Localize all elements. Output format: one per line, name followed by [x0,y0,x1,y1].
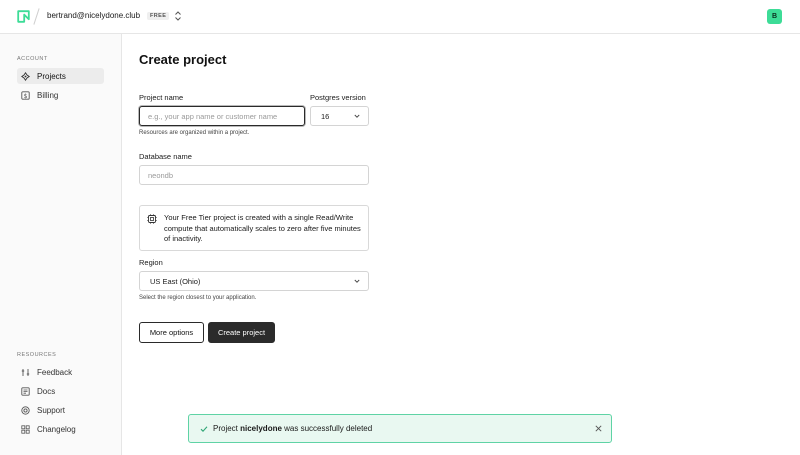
project-name-hint: Resources are organized within a project… [139,130,250,136]
top-bar: bertrand@nicelydone.club FREE B [0,0,800,34]
project-name-input[interactable] [139,106,305,126]
neon-logo-icon[interactable] [17,10,30,23]
avatar[interactable]: B [767,9,782,24]
region-hint: Select the region closest to your applic… [139,295,257,301]
create-project-button[interactable]: Create project [208,322,275,343]
sidebar-item-changelog[interactable]: Changelog [17,421,104,437]
project-name-label: Project name [139,93,184,102]
success-toast: Project nicelydone was successfully dele… [188,414,612,443]
toast-prefix: Project [213,424,241,433]
billing-icon: $ [21,90,30,100]
toast-suffix: was successfully deleted [281,424,373,433]
sidebar-item-label: Docs [37,386,56,396]
breadcrumb-divider [33,8,40,25]
projects-icon [21,71,30,81]
check-icon [200,426,208,432]
account-switcher-icon[interactable] [174,10,182,22]
postgres-version-label: Postgres version [310,93,366,102]
sidebar-item-label: Feedback [37,367,73,377]
changelog-icon [21,424,30,434]
postgres-version-select[interactable]: 16 [310,106,369,126]
sidebar-item-docs[interactable]: Docs [17,383,104,399]
compute-chip-icon [147,214,157,224]
sidebar-item-billing[interactable]: $ Billing [17,87,104,103]
page-title: Create project [139,52,227,67]
region-value: US East (Ohio) [150,276,201,286]
sidebar-item-support[interactable]: Support [17,402,104,418]
chevron-down-icon [354,114,360,118]
region-label: Region [139,258,163,267]
free-tier-notice: Your Free Tier project is created with a… [139,205,369,251]
sidebar-item-label: Changelog [37,424,76,434]
free-tier-notice-text: Your Free Tier project is created with a… [164,213,361,243]
account-section-label: ACCOUNT [17,56,48,62]
feedback-icon [21,368,30,376]
postgres-version-value: 16 [321,111,330,121]
sidebar-item-projects[interactable]: Projects [17,68,104,84]
docs-icon [21,386,30,396]
close-icon[interactable] [595,425,602,432]
sidebar-item-feedback[interactable]: Feedback [17,364,104,380]
plan-badge: FREE [147,12,170,20]
svg-text:$: $ [24,93,28,100]
toast-project-name: nicelydone [240,424,282,433]
support-icon [21,405,30,415]
database-name-label: Database name [139,152,192,161]
sidebar-item-label: Support [37,405,66,415]
sidebar-item-label: Projects [37,71,66,81]
database-name-input[interactable] [139,165,369,185]
toast-message: Project nicelydone was successfully dele… [213,424,372,433]
more-options-button[interactable]: More options [139,322,204,343]
account-email[interactable]: bertrand@nicelydone.club [47,11,140,20]
chevron-down-icon [354,279,360,283]
sidebar-item-label: Billing [37,90,59,100]
resources-section-label: RESOURCES [17,352,57,358]
region-select[interactable]: US East (Ohio) [139,271,369,291]
